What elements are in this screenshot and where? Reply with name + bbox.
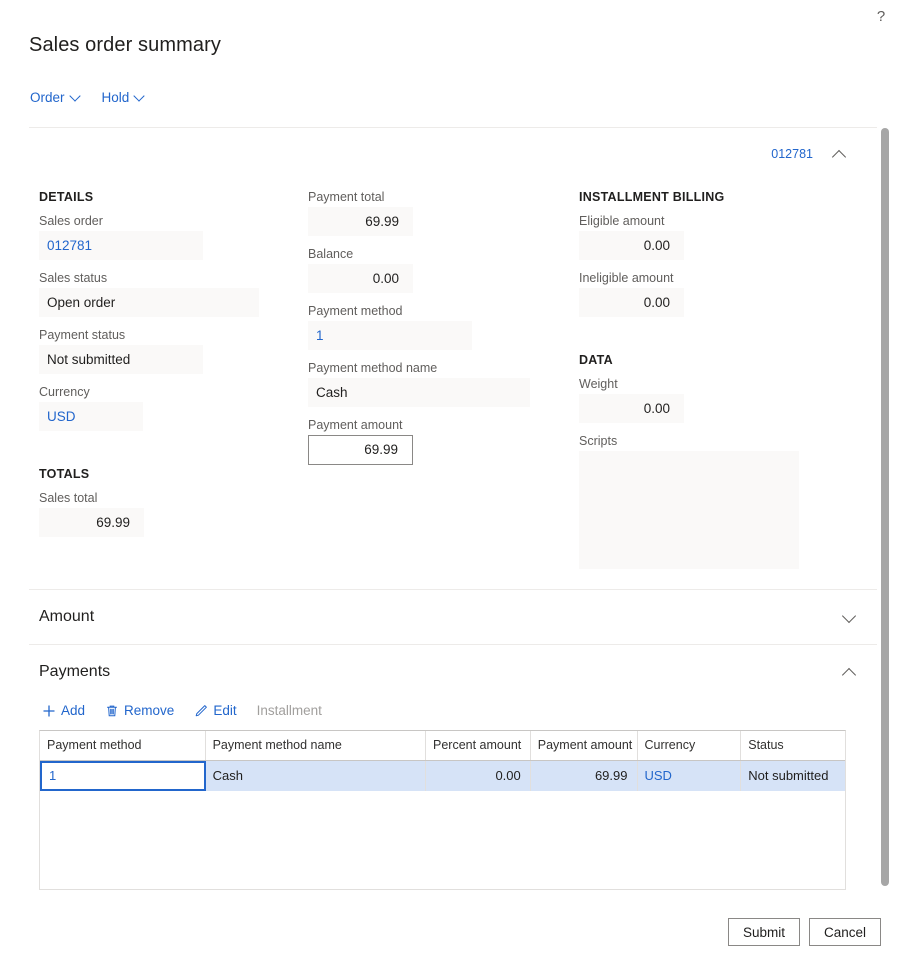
payment-method-name-field[interactable]: Cash (308, 378, 530, 407)
weight-field[interactable]: 0.00 (579, 394, 684, 423)
add-button-label: Add (61, 703, 85, 718)
page-scrollbar-thumb[interactable] (881, 128, 889, 886)
grid-header-row: Payment method Payment method name Perce… (40, 731, 845, 761)
grid-empty-area (40, 791, 845, 889)
edit-button[interactable]: Edit (193, 701, 237, 720)
payments-section-top-divider (29, 644, 877, 645)
installment-billing-group-heading: INSTALLMENT BILLING (579, 190, 829, 204)
balance-field[interactable]: 0.00 (308, 264, 413, 293)
amount-section-top-divider (29, 589, 877, 590)
edit-button-label: Edit (213, 703, 236, 718)
sales-total-field[interactable]: 69.99 (39, 508, 144, 537)
ineligible-amount-field[interactable]: 0.00 (579, 288, 684, 317)
payment-total-field[interactable]: 69.99 (308, 207, 413, 236)
chevron-down-icon (135, 91, 144, 100)
sales-total-label: Sales total (39, 491, 289, 505)
header-divider (29, 127, 877, 128)
section-header-amount[interactable]: Amount (39, 600, 867, 634)
column-header-status[interactable]: Status (741, 731, 845, 760)
menu-button-hold[interactable]: Hold (101, 88, 146, 107)
sales-order-label: Sales order (39, 214, 289, 228)
section-title-amount: Amount (39, 608, 94, 626)
payment-amount-label: Payment amount (308, 418, 558, 432)
section-title-payments: Payments (39, 663, 110, 681)
column-header-payment-amount[interactable]: Payment amount (531, 731, 638, 760)
help-icon[interactable]: ? (872, 8, 890, 26)
balance-label: Balance (308, 247, 558, 261)
scripts-label: Scripts (579, 434, 829, 448)
action-menu-bar: Order Hold (29, 88, 145, 107)
cell-payment-method-name[interactable]: Cash (206, 761, 426, 791)
chevron-down-icon (71, 91, 80, 100)
column-header-payment-method-name[interactable]: Payment method name (206, 731, 426, 760)
summary-order-link[interactable]: 012781 (771, 147, 813, 161)
page-scrollbar[interactable] (880, 128, 890, 886)
installment-billing-column: INSTALLMENT BILLING Eligible amount 0.00… (579, 190, 829, 569)
sales-order-field[interactable]: 012781 (39, 231, 203, 260)
payment-method-name-label: Payment method name (308, 361, 558, 375)
weight-label: Weight (579, 377, 829, 391)
menu-button-order-label: Order (30, 90, 65, 105)
add-button[interactable]: Add (41, 701, 86, 720)
chevron-up-icon[interactable] (843, 665, 857, 679)
payment-column: Payment total 69.99 Balance 0.00 Payment… (308, 190, 558, 476)
dialog-footer: Submit Cancel (728, 918, 881, 946)
menu-button-hold-label: Hold (102, 90, 130, 105)
payment-status-label: Payment status (39, 328, 289, 342)
menu-button-order[interactable]: Order (29, 88, 81, 107)
currency-label: Currency (39, 385, 289, 399)
installment-button-label: Installment (257, 703, 322, 718)
details-column: DETAILS Sales order 012781 Sales status … (39, 190, 289, 548)
remove-button[interactable]: Remove (104, 701, 175, 720)
payments-grid-toolbar: Add Remove Edit Installment (41, 701, 323, 720)
payment-total-label: Payment total (308, 190, 558, 204)
currency-field[interactable]: USD (39, 402, 143, 431)
pencil-icon (194, 704, 208, 718)
installment-button: Installment (256, 701, 323, 720)
cell-currency[interactable]: USD (638, 761, 742, 791)
details-group-heading: DETAILS (39, 190, 289, 204)
cell-payment-method[interactable]: 1 (40, 761, 206, 791)
page-title: Sales order summary (29, 34, 221, 57)
payment-status-field[interactable]: Not submitted (39, 345, 203, 374)
table-row[interactable]: 1 Cash 0.00 69.99 USD Not submitted (40, 761, 845, 791)
payment-method-label: Payment method (308, 304, 558, 318)
chevron-up-icon[interactable] (833, 147, 847, 161)
cell-percent-amount[interactable]: 0.00 (426, 761, 531, 791)
eligible-amount-field[interactable]: 0.00 (579, 231, 684, 260)
column-header-payment-method[interactable]: Payment method (40, 731, 206, 760)
payment-method-field[interactable]: 1 (308, 321, 472, 350)
ineligible-amount-label: Ineligible amount (579, 271, 829, 285)
summary-section-header: 012781 (29, 145, 867, 171)
cell-payment-amount[interactable]: 69.99 (531, 761, 638, 791)
sales-status-field[interactable]: Open order (39, 288, 259, 317)
sales-status-label: Sales status (39, 271, 289, 285)
eligible-amount-label: Eligible amount (579, 214, 829, 228)
data-group-heading: DATA (579, 353, 829, 367)
column-header-currency[interactable]: Currency (638, 731, 742, 760)
payments-grid: Payment method Payment method name Perce… (39, 730, 846, 890)
trash-icon (105, 704, 119, 718)
payment-amount-input[interactable]: 69.99 (308, 435, 413, 465)
cancel-button[interactable]: Cancel (809, 918, 881, 946)
scripts-field[interactable] (579, 451, 799, 569)
submit-button[interactable]: Submit (728, 918, 800, 946)
totals-group-heading: TOTALS (39, 467, 289, 481)
cell-status[interactable]: Not submitted (741, 761, 845, 791)
plus-icon (42, 704, 56, 718)
section-header-payments[interactable]: Payments (39, 655, 867, 689)
column-header-percent-amount[interactable]: Percent amount (426, 731, 531, 760)
chevron-down-icon[interactable] (843, 610, 857, 624)
remove-button-label: Remove (124, 703, 174, 718)
